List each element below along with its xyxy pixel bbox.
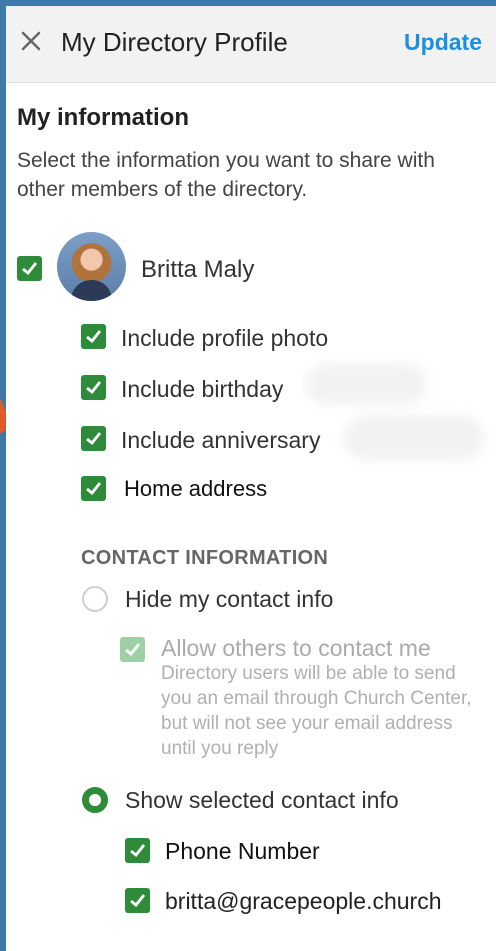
allow-contact-label: Allow others to contact me (161, 635, 431, 661)
include-anniversary-checkbox[interactable] (81, 426, 106, 451)
checkmark-icon (130, 894, 146, 907)
redaction-blur (306, 364, 426, 404)
contact-information-heading: CONTACT INFORMATION (81, 547, 329, 569)
checkmark-icon (86, 432, 102, 445)
checkmark-icon (130, 844, 146, 857)
checkmark-icon (86, 381, 102, 394)
home-address-label: Home address (124, 476, 268, 501)
checkmark-icon (125, 643, 141, 656)
show-selected-contact-label: Show selected contact info (125, 787, 399, 813)
checkmark-icon (86, 482, 102, 495)
avatar (57, 232, 126, 301)
hide-contact-info-label: Hide my contact info (125, 586, 334, 612)
update-button[interactable]: Update (404, 29, 482, 56)
include-profile-photo-checkbox[interactable] (81, 324, 106, 349)
section-heading-my-information: My information (17, 104, 189, 131)
checkmark-icon (86, 330, 102, 343)
phone-number-checkbox[interactable] (125, 838, 150, 863)
show-selected-contact-radio[interactable] (82, 787, 108, 813)
allow-contact-description: Directory users will be able to send you… (161, 663, 472, 759)
allow-contact-checkbox[interactable] (120, 637, 145, 662)
include-profile-photo-label: Include profile photo (121, 325, 329, 351)
home-address-checkbox[interactable] (81, 476, 106, 501)
profile-sheet: My Directory Profile Update My informati… (6, 6, 496, 951)
include-birthday-checkbox[interactable] (81, 375, 106, 400)
profile-checkbox[interactable] (17, 256, 42, 281)
page-title: My Directory Profile (61, 27, 288, 57)
top-bar: My Directory Profile Update (6, 6, 496, 83)
section-description: Select the information you want to share… (17, 149, 435, 201)
profile-name: Britta Maly (141, 256, 255, 283)
checkmark-icon (22, 262, 38, 275)
email-checkbox[interactable] (125, 888, 150, 913)
email-label: britta@gracepeople.church (165, 888, 442, 914)
redaction-blur (344, 416, 484, 460)
phone-number-label: Phone Number (165, 838, 320, 864)
include-birthday-label: Include birthday (121, 376, 284, 402)
close-icon[interactable] (20, 30, 42, 52)
include-anniversary-label: Include anniversary (121, 427, 321, 453)
hide-contact-info-radio[interactable] (82, 586, 108, 612)
